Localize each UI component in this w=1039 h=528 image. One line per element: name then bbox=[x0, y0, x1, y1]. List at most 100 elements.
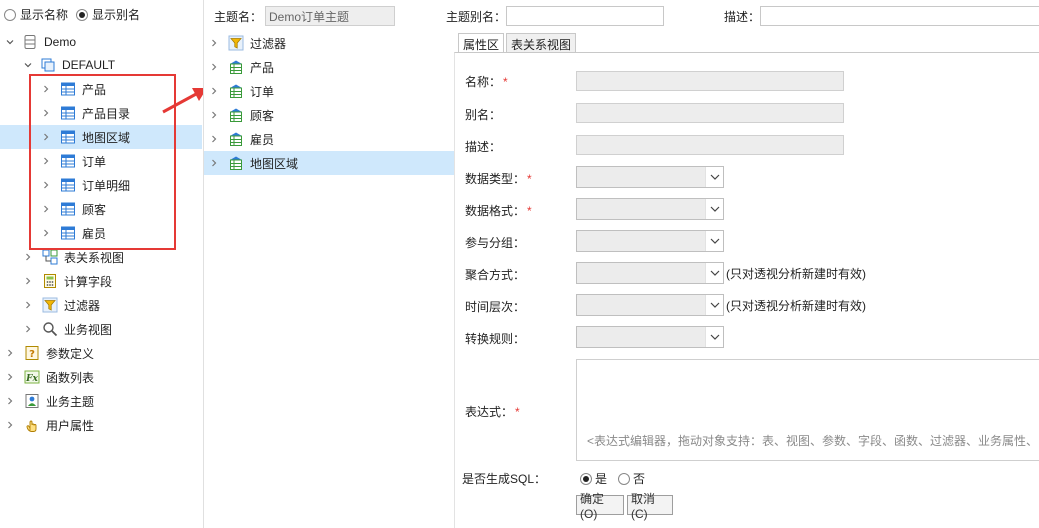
expression-placeholder: <表达式编辑器，拖动对象支持：表、视图、参数、字段、函数、过滤器、业务属性、 bbox=[587, 434, 1039, 448]
topic-item-table[interactable]: 订单 bbox=[204, 79, 454, 103]
chevron-down-icon[interactable] bbox=[4, 36, 16, 48]
tree-node-filter[interactable]: 过滤器 bbox=[22, 293, 100, 317]
topic-alias-input[interactable] bbox=[506, 6, 665, 26]
topic-table-icon bbox=[228, 131, 244, 147]
transform-rule-select[interactable] bbox=[576, 326, 724, 348]
group-select[interactable] bbox=[576, 230, 724, 252]
time-level-select[interactable] bbox=[576, 294, 724, 316]
expression-editor[interactable]: <表达式编辑器，拖动对象支持：表、视图、参数、字段、函数、过滤器、业务属性、 bbox=[576, 359, 1039, 461]
chevron-right-icon[interactable] bbox=[40, 83, 52, 95]
chevron-down-icon[interactable] bbox=[705, 167, 723, 187]
tree-node-table[interactable]: 订单 bbox=[40, 149, 106, 173]
chevron-right-icon[interactable] bbox=[40, 107, 52, 119]
topic-item-filter[interactable]: 过滤器 bbox=[204, 31, 454, 55]
data-type-select[interactable] bbox=[576, 166, 724, 188]
chevron-right-icon[interactable] bbox=[22, 323, 34, 335]
tree-node-table[interactable]: 雇员 bbox=[40, 221, 106, 245]
tree-node-business-view[interactable]: 业务视图 bbox=[22, 317, 112, 341]
topic-item-label: 顾客 bbox=[250, 108, 275, 123]
chevron-right-icon[interactable] bbox=[22, 299, 34, 311]
show-name-radio[interactable] bbox=[4, 8, 16, 21]
tree-node-table[interactable]: 订单明细 bbox=[40, 173, 130, 197]
chevron-right-icon[interactable] bbox=[208, 109, 220, 121]
transform-rule-row: 转换规则： bbox=[465, 330, 525, 347]
chevron-right-icon[interactable] bbox=[40, 203, 52, 215]
topic-description-input[interactable] bbox=[760, 6, 1039, 26]
tree-node-functions[interactable]: Fx 函数列表 bbox=[4, 365, 94, 389]
properties-panel: 主题别名： 描述： 属性区 表关系视图 名称： * 别名： 描述： 数据类型： * bbox=[446, 0, 1039, 528]
tree-node-table[interactable]: 地图区域 bbox=[0, 125, 202, 149]
svg-text:Fx: Fx bbox=[25, 374, 38, 384]
tab-properties[interactable]: 属性区 bbox=[458, 33, 505, 53]
tree-node-demo[interactable]: Demo bbox=[4, 30, 76, 54]
topic-name-label: 主题名： bbox=[214, 9, 263, 24]
tree-node-business-topic[interactable]: 业务主题 bbox=[4, 389, 94, 413]
generate-sql-yes-label[interactable]: 是 bbox=[595, 470, 607, 487]
chevron-right-icon[interactable] bbox=[4, 419, 16, 431]
chevron-down-icon[interactable] bbox=[705, 199, 723, 219]
tab-relation-view[interactable]: 表关系视图 bbox=[506, 33, 577, 53]
tree-node-relation-view[interactable]: 表关系视图 bbox=[22, 245, 124, 269]
table-icon bbox=[60, 105, 76, 121]
chevron-right-icon[interactable] bbox=[208, 37, 220, 49]
chevron-right-icon[interactable] bbox=[40, 131, 52, 143]
chevron-right-icon[interactable] bbox=[4, 371, 16, 383]
tree-node-label: 业务主题 bbox=[46, 394, 95, 409]
show-alias-label[interactable]: 显示别名 bbox=[92, 6, 140, 23]
tree-node-label: 表关系视图 bbox=[64, 250, 125, 265]
chevron-down-icon[interactable] bbox=[705, 231, 723, 251]
tree-node-user-attributes[interactable]: 用户属性 bbox=[4, 413, 94, 437]
chevron-right-icon[interactable] bbox=[40, 179, 52, 191]
tree-node-label: 计算字段 bbox=[64, 274, 113, 289]
description-input[interactable] bbox=[576, 135, 844, 155]
topic-name-row: 主题名： Demo订单主题 bbox=[214, 6, 396, 26]
data-format-select[interactable] bbox=[576, 198, 724, 220]
tree-node-params[interactable]: ? 参数定义 bbox=[4, 341, 94, 365]
calc-field-icon bbox=[42, 273, 58, 289]
chevron-down-icon[interactable] bbox=[705, 295, 723, 315]
tree-node-label: DEFAULT bbox=[62, 58, 116, 72]
tree-node-table[interactable]: 产品目录 bbox=[40, 101, 130, 125]
chevron-right-icon[interactable] bbox=[40, 155, 52, 167]
chevron-down-icon[interactable] bbox=[22, 59, 34, 71]
chevron-right-icon[interactable] bbox=[208, 61, 220, 73]
tree-node-table[interactable]: 顾客 bbox=[40, 197, 106, 221]
generate-sql-row: 是否生成SQL： bbox=[462, 470, 546, 487]
generate-sql-no-radio[interactable] bbox=[618, 472, 631, 485]
chevron-right-icon[interactable] bbox=[208, 85, 220, 97]
generate-sql-no-label[interactable]: 否 bbox=[633, 470, 645, 487]
chevron-right-icon[interactable] bbox=[4, 347, 16, 359]
tree-node-label: 订单 bbox=[82, 154, 107, 169]
tree-node-calc-field[interactable]: 计算字段 bbox=[22, 269, 112, 293]
generate-sql-yes-radio[interactable] bbox=[580, 472, 592, 485]
show-alias-radio[interactable] bbox=[76, 8, 89, 21]
topic-name-field: Demo订单主题 bbox=[265, 6, 396, 26]
chevron-right-icon[interactable] bbox=[4, 395, 16, 407]
topic-item-table[interactable]: 产品 bbox=[204, 55, 454, 79]
tree-node-label: 用户属性 bbox=[46, 418, 95, 433]
tree-node-label: 函数列表 bbox=[46, 370, 95, 385]
tree-node-label: Demo bbox=[44, 35, 77, 49]
show-name-label[interactable]: 显示名称 bbox=[20, 6, 68, 23]
ok-button[interactable]: 确定(O) bbox=[576, 492, 624, 521]
chevron-right-icon[interactable] bbox=[22, 275, 34, 287]
relation-view-icon bbox=[42, 249, 58, 265]
tree-node-default-schema[interactable]: DEFAULT bbox=[22, 53, 115, 77]
chevron-right-icon[interactable] bbox=[208, 133, 220, 145]
chevron-right-icon[interactable] bbox=[40, 227, 52, 239]
description-row: 描述： bbox=[465, 138, 501, 155]
aggregation-select[interactable] bbox=[576, 262, 724, 284]
cancel-button[interactable]: 取消(C) bbox=[627, 492, 673, 521]
chevron-down-icon[interactable] bbox=[705, 327, 723, 347]
filter-icon bbox=[42, 297, 58, 313]
topic-item-table[interactable]: 雇员 bbox=[204, 127, 454, 151]
topic-item-table[interactable]: 地图区域 bbox=[204, 151, 454, 175]
topic-item-table[interactable]: 顾客 bbox=[204, 103, 454, 127]
tree-node-table[interactable]: 产品 bbox=[40, 77, 106, 101]
alias-input[interactable] bbox=[576, 103, 844, 123]
name-input[interactable] bbox=[576, 71, 844, 91]
chevron-down-icon[interactable] bbox=[705, 263, 723, 283]
chevron-right-icon[interactable] bbox=[22, 251, 34, 263]
chevron-right-icon[interactable] bbox=[208, 157, 220, 169]
time-level-hint: (只对透视分析新建时有效) bbox=[726, 299, 866, 313]
